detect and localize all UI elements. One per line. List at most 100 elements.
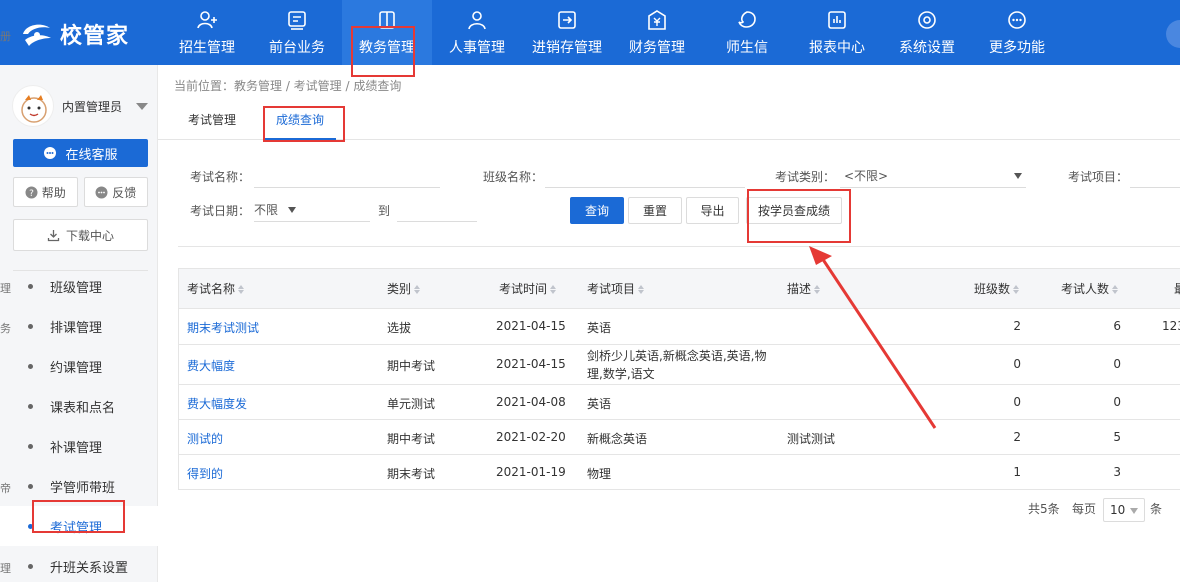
help-button[interactable]: ? 帮助 xyxy=(13,177,78,207)
sidebar-item-label: 补课管理 xyxy=(50,440,103,456)
box-arrow-icon xyxy=(556,9,578,31)
exam-date-end-input[interactable] xyxy=(397,198,477,222)
column-header[interactable]: 考试人数 xyxy=(1061,269,1119,309)
feedback-button[interactable]: 反馈 xyxy=(83,177,148,207)
sort-icon[interactable] xyxy=(238,285,245,294)
exam-name-link[interactable]: 期末考试测试 xyxy=(187,319,259,336)
app-logo[interactable]: 校管家 xyxy=(20,18,129,50)
user-avatar xyxy=(12,85,54,127)
exam-date-mode-select[interactable]: 不限 xyxy=(254,198,370,222)
download-center-button[interactable]: 下载中心 xyxy=(13,219,148,251)
column-header[interactable]: 类别 xyxy=(387,269,421,309)
column-header[interactable]: 班级数 xyxy=(974,269,1020,309)
sort-icon[interactable] xyxy=(1013,285,1020,294)
nav-item[interactable]: 师生信 xyxy=(702,0,792,65)
column-header-label: 考试人数 xyxy=(1061,282,1110,296)
exam-items-cell: 新概念英语 xyxy=(587,431,648,446)
exam-type-cell: 期末考试 xyxy=(387,466,436,481)
column-header[interactable]: 考试项目 xyxy=(587,269,645,309)
exam-item-label: 考试项目： xyxy=(1068,170,1129,184)
student-count-cell: 0 xyxy=(1113,394,1121,409)
exam-type-label: 考试类别： xyxy=(775,170,836,184)
sidebar-item[interactable]: 班级管理 xyxy=(0,266,158,306)
user-avatar-edge[interactable] xyxy=(1166,20,1180,48)
nav-item[interactable]: 系统设置 xyxy=(882,0,972,65)
online-service-label: 在线客服 xyxy=(65,147,118,163)
exam-name-link[interactable]: 费大幅度 xyxy=(187,357,235,374)
sidebar-item[interactable]: 课表和点名 xyxy=(0,386,158,426)
nav-item[interactable]: 招生管理 xyxy=(162,0,252,65)
sort-icon[interactable] xyxy=(414,285,421,294)
sidebar-item-label: 学管师带班 xyxy=(50,480,116,496)
bullet-icon xyxy=(28,483,33,489)
exam-item-input[interactable] xyxy=(1130,164,1180,188)
class-count-cell: 0 xyxy=(1013,394,1021,409)
book-icon xyxy=(376,9,398,31)
nav-item[interactable]: 人事管理 xyxy=(432,0,522,65)
query-by-student-button[interactable]: 按学员查成绩 xyxy=(746,197,842,224)
chevron-down-icon[interactable] xyxy=(136,102,149,110)
exam-name-input[interactable] xyxy=(254,164,440,188)
nav-item[interactable]: 报表中心 xyxy=(792,0,882,65)
sidebar-item[interactable]: 排课管理 xyxy=(0,306,158,346)
sort-icon[interactable] xyxy=(550,285,557,294)
exam-name-link[interactable]: 测试的 xyxy=(187,430,223,447)
bullet-icon xyxy=(28,563,33,569)
feedback-icon xyxy=(95,186,108,198)
help-label: 帮助 xyxy=(41,185,66,200)
class-name-label: 班级名称： xyxy=(483,170,544,184)
sort-icon[interactable] xyxy=(638,285,645,294)
download-icon xyxy=(47,229,60,241)
pager-per-page-label: 每页 xyxy=(1072,502,1097,516)
sort-icon[interactable] xyxy=(814,285,821,294)
more-icon xyxy=(1006,9,1028,31)
class-name-input[interactable] xyxy=(545,164,745,188)
column-header-label: 最 xyxy=(1174,282,1180,296)
student-count-cell: 6 xyxy=(1113,319,1121,333)
exam-type-cell: 期中考试 xyxy=(387,359,436,373)
sidebar-item[interactable]: 升班关系设置 xyxy=(0,546,158,582)
nav-item[interactable]: 财务管理 xyxy=(612,0,702,65)
nav-item[interactable]: 更多功能 xyxy=(972,0,1062,65)
sidebar-item[interactable]: 学管师带班 xyxy=(0,466,158,506)
column-header[interactable]: 考试时间 xyxy=(499,269,557,309)
nav-item-label: 前台业务 xyxy=(269,39,325,56)
sidebar-item[interactable]: 约课管理 xyxy=(0,346,158,386)
class-count-cell: 2 xyxy=(1013,319,1021,333)
nav-item[interactable]: 进销存管理 xyxy=(522,0,612,65)
exam-date-cell: 2021-02-20 xyxy=(496,429,566,444)
user-menu[interactable]: 内置管理员 xyxy=(12,85,149,127)
column-header-label: 考试项目 xyxy=(587,282,636,296)
nav-item-label: 更多功能 xyxy=(989,39,1045,56)
nav-item-label: 教务管理 xyxy=(359,39,415,56)
exam-name-link[interactable]: 费大幅度发 xyxy=(187,395,247,412)
exam-type-select[interactable]: <不限> xyxy=(840,164,1026,188)
export-button[interactable]: 导出 xyxy=(686,197,739,224)
sort-icon[interactable] xyxy=(1112,285,1119,294)
column-header[interactable]: 描述 xyxy=(787,269,821,309)
student-count-cell: 5 xyxy=(1113,429,1121,444)
query-button[interactable]: 查询 xyxy=(570,197,624,224)
column-header-label: 班级数 xyxy=(974,282,1011,296)
sidebar: 内置管理员 在线客服 ? 帮助 反馈 下载中心 班级管理 排课管理 约课管理 课… xyxy=(0,65,158,582)
column-header-label: 描述 xyxy=(787,282,812,296)
nav-item-label: 进销存管理 xyxy=(532,39,602,56)
tab-exam-management[interactable]: 考试管理 xyxy=(188,100,236,140)
nav-item[interactable]: 前台业务 xyxy=(252,0,342,65)
sidebar-item[interactable]: 考试管理 xyxy=(0,506,158,546)
page-size-select[interactable]: 10 xyxy=(1103,498,1145,522)
exam-items-cell: 剑桥少儿英语,新概念英语,英语,物理,数学,语文 xyxy=(587,349,767,381)
exam-name-link[interactable]: 得到的 xyxy=(187,465,223,482)
exam-date-mode-value: 不限 xyxy=(254,203,279,217)
bullet-icon xyxy=(28,323,33,329)
reset-button[interactable]: 重置 xyxy=(628,197,682,224)
person-icon xyxy=(466,9,488,31)
sidebar-item-label: 排课管理 xyxy=(50,320,103,336)
nav-item-label: 财务管理 xyxy=(629,39,685,56)
tab-score-query[interactable]: 成绩查询 xyxy=(264,100,337,140)
column-header[interactable]: 考试名称 xyxy=(187,269,245,309)
sidebar-item-label: 课表和点名 xyxy=(50,400,116,416)
sidebar-item[interactable]: 补课管理 xyxy=(0,426,158,466)
online-service-button[interactable]: 在线客服 xyxy=(13,139,148,167)
nav-item[interactable]: 教务管理 xyxy=(342,0,432,65)
